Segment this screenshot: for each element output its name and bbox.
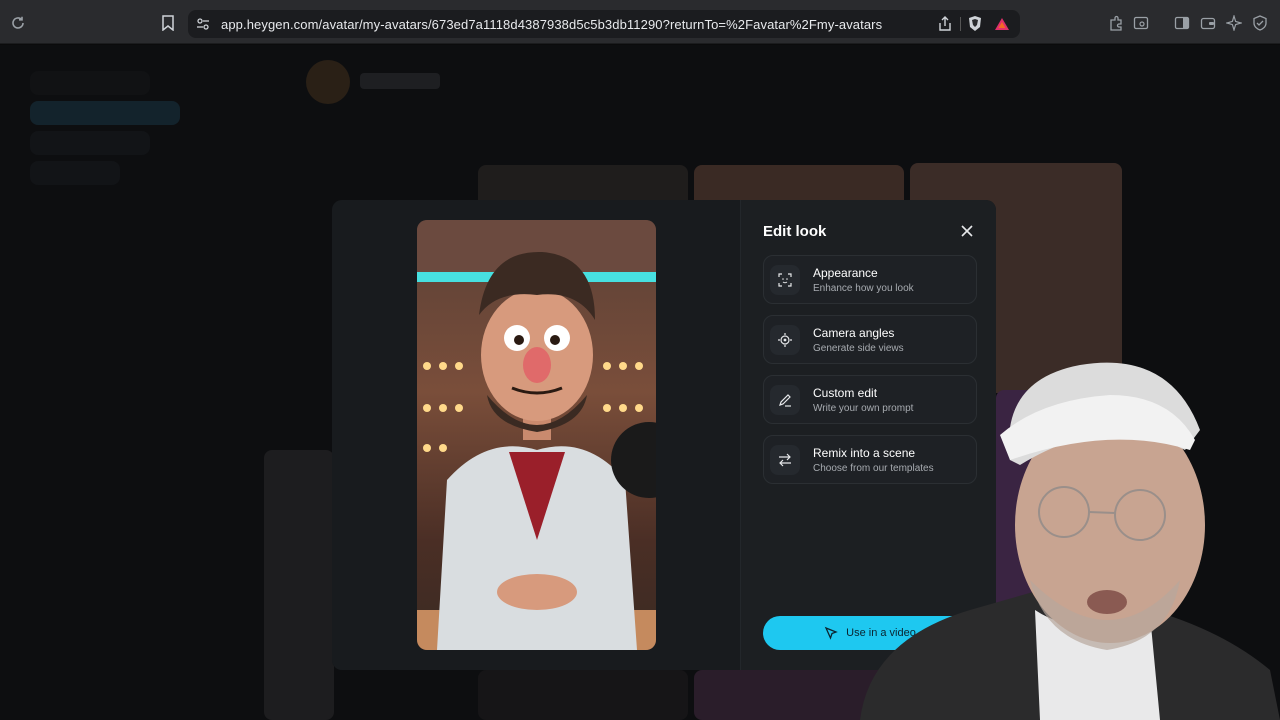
page-title bbox=[360, 73, 440, 89]
close-icon[interactable] bbox=[959, 223, 975, 239]
sidebar-toggle-icon[interactable] bbox=[1174, 15, 1190, 31]
avatar bbox=[306, 60, 350, 104]
reload-icon[interactable] bbox=[10, 15, 26, 31]
brave-shields-icon[interactable] bbox=[967, 15, 983, 32]
vpn-shield-icon[interactable] bbox=[1252, 15, 1268, 31]
sidebar-item bbox=[30, 131, 150, 155]
option-appearance[interactable]: Appearance Enhance how you look bbox=[763, 255, 977, 304]
thumbnail bbox=[478, 670, 688, 720]
cursor-click-icon bbox=[824, 626, 838, 640]
url-text: app.heygen.com/avatar/my-avatars/673ed7a… bbox=[221, 17, 883, 32]
webcam-overlay bbox=[860, 362, 1280, 720]
brave-rewards-icon[interactable] bbox=[994, 16, 1010, 32]
scan-face-icon bbox=[770, 265, 800, 295]
sidebar-item bbox=[30, 161, 120, 185]
option-title: Appearance bbox=[813, 266, 878, 280]
avatar-preview-pane bbox=[332, 200, 740, 670]
share-icon[interactable] bbox=[938, 16, 952, 32]
tab-search-icon[interactable] bbox=[1133, 15, 1149, 31]
browser-toolbar: app.heygen.com/avatar/my-avatars/673ed7a… bbox=[0, 0, 1280, 44]
swap-arrows-icon bbox=[770, 445, 800, 475]
site-settings-icon[interactable] bbox=[196, 17, 210, 31]
camera-angle-icon bbox=[770, 325, 800, 355]
modal-title: Edit look bbox=[763, 223, 827, 240]
thumbnail bbox=[264, 450, 334, 720]
divider bbox=[960, 17, 961, 31]
extensions-icon[interactable] bbox=[1108, 15, 1124, 31]
option-subtitle: Enhance how you look bbox=[813, 283, 914, 294]
background-sidebar bbox=[30, 65, 230, 225]
pen-edit-icon bbox=[770, 385, 800, 415]
sidebar-item bbox=[30, 101, 180, 125]
bookmark-icon[interactable] bbox=[161, 15, 175, 31]
option-title: Camera angles bbox=[813, 326, 895, 340]
avatar-illustration bbox=[417, 220, 656, 650]
address-bar[interactable]: app.heygen.com/avatar/my-avatars/673ed7a… bbox=[188, 10, 1020, 38]
avatar-preview-image bbox=[417, 220, 656, 650]
wallet-icon[interactable] bbox=[1200, 15, 1216, 31]
leo-ai-icon[interactable] bbox=[1226, 15, 1242, 31]
sidebar-item bbox=[30, 71, 150, 95]
